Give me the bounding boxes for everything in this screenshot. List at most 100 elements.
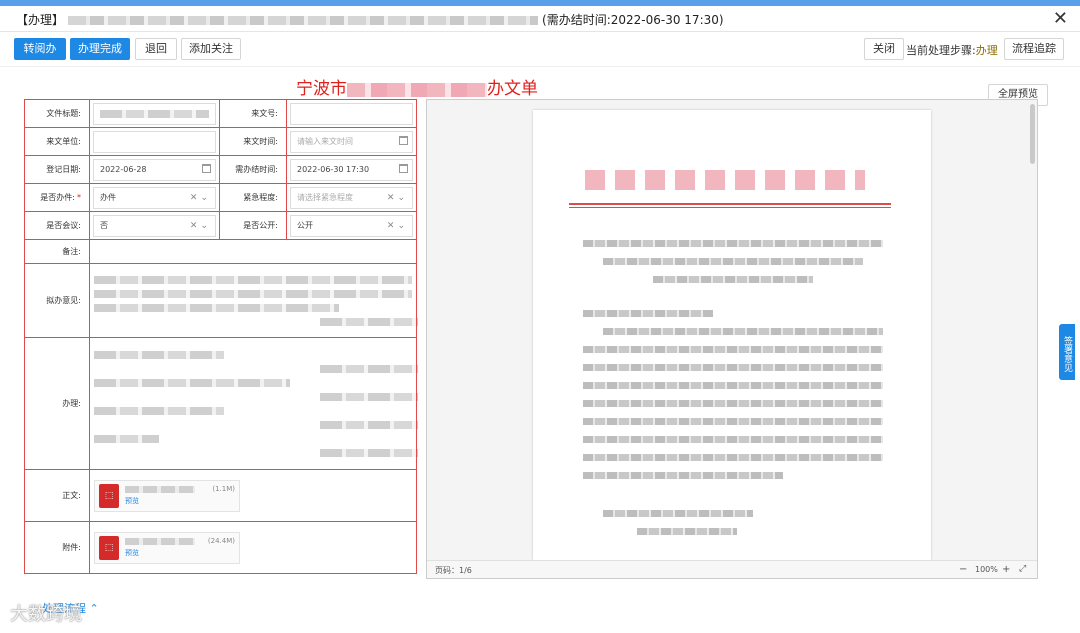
doc-no-label: 来文号:	[219, 99, 287, 128]
calendar-icon[interactable]	[399, 135, 408, 145]
is-public-value: 公开	[297, 220, 313, 230]
reg-date-value: 2022-06-28	[100, 164, 147, 174]
remark-field[interactable]	[89, 239, 417, 264]
is-doc-label-text: 是否办件:	[40, 193, 75, 202]
page-text-redacted	[653, 276, 813, 283]
title-prefix: 【办理】	[16, 13, 65, 27]
page-text-redacted	[583, 436, 883, 443]
main-file-preview-link[interactable]: 预览	[125, 497, 139, 505]
page-text-redacted	[583, 418, 883, 425]
viewer-status-bar: 页码：1/6 − 100% + ⤢	[427, 560, 1037, 578]
dialog-title: 【办理】 (需办结时间:2022-06-30 17:30)	[16, 11, 724, 28]
from-time-placeholder: 请输入来文时间	[297, 136, 353, 146]
opinion-redacted	[94, 303, 339, 312]
main-file-size: (1.1M)	[212, 484, 235, 493]
opinion-redacted	[320, 317, 418, 326]
return-button[interactable]: 退回	[135, 38, 177, 60]
is-meeting-label: 是否会议:	[24, 211, 90, 240]
page-text-redacted	[583, 472, 783, 479]
attach-file-name-redacted	[125, 537, 195, 545]
page-text-redacted	[603, 510, 753, 517]
page-red-rule	[569, 203, 891, 205]
clear-chevron-icon[interactable]: ✕⌄	[387, 188, 408, 208]
viewer-scrollbar[interactable]	[1030, 104, 1035, 164]
from-unit-label: 来文单位:	[24, 127, 90, 156]
main-file-name-redacted	[125, 485, 195, 493]
is-doc-label: 是否办件: *	[24, 183, 90, 212]
urgency-label: 紧急程度:	[219, 183, 287, 212]
is-doc-select[interactable]: 办件 ✕⌄	[93, 186, 216, 209]
is-meeting-value: 否	[100, 220, 108, 230]
from-time-label: 来文时间:	[219, 127, 287, 156]
urgency-select[interactable]: 请选择紧急程度 ✕⌄	[290, 186, 413, 209]
deadline-field[interactable]: 2022-06-30 17:30	[290, 158, 413, 181]
opinion-redacted	[94, 289, 412, 298]
handling-redacted	[320, 364, 418, 373]
handling-redacted	[94, 378, 290, 387]
attachment-cell: ⬚ 预览 (24.4M)	[89, 521, 417, 574]
title-redacted	[68, 16, 539, 25]
current-step: 当前处理步骤:办理	[906, 42, 998, 58]
handling-redacted	[320, 420, 418, 429]
is-doc-value: 办件	[100, 192, 116, 202]
form-title-left: 宁波市	[296, 79, 347, 99]
doc-title-label: 文件标题:	[24, 99, 90, 128]
attach-file-card[interactable]: ⬚ 预览 (24.4M)	[94, 531, 240, 564]
close-button[interactable]: 关闭	[864, 38, 904, 60]
zoom-in-icon[interactable]: +	[1002, 564, 1010, 575]
page-text-redacted	[583, 382, 883, 389]
doc-title-field[interactable]	[93, 102, 216, 125]
clear-chevron-icon[interactable]: ✕⌄	[190, 188, 211, 208]
page-indicator: 页码：1/6	[435, 566, 472, 575]
complete-button[interactable]: 办理完成	[70, 38, 130, 60]
document-viewer[interactable]: 页码：1/6 − 100% + ⤢	[426, 99, 1038, 579]
page-text-redacted	[583, 400, 883, 407]
main-file-info: 预览	[125, 485, 195, 506]
is-public-select[interactable]: 公开 ✕⌄	[290, 214, 413, 237]
is-meeting-select[interactable]: 否 ✕⌄	[93, 214, 216, 237]
handling-dialog: 【办理】 (需办结时间:2022-06-30 17:30) ✕ 转阅办 办理完成 …	[0, 6, 1080, 633]
attachment-label: 附件:	[24, 521, 90, 574]
calendar-icon[interactable]	[202, 163, 211, 173]
from-time-field[interactable]: 请输入来文时间	[290, 130, 413, 153]
opinion-content	[89, 263, 418, 338]
watermark: 大数跨境	[10, 604, 82, 625]
close-icon[interactable]: ✕	[1053, 8, 1068, 29]
from-unit-field[interactable]	[93, 130, 216, 153]
deadline-label: 需办结时间:	[219, 155, 287, 184]
pdf-icon: ⬚	[99, 483, 119, 508]
clear-chevron-icon[interactable]: ✕⌄	[387, 216, 408, 236]
reg-date-field[interactable]: 2022-06-28	[93, 158, 216, 181]
page-redhead-redacted	[585, 170, 865, 190]
handling-redacted	[320, 392, 418, 401]
calendar-icon[interactable]	[399, 163, 408, 173]
handling-redacted	[94, 434, 160, 443]
zoom-out-icon[interactable]: −	[959, 564, 967, 575]
attach-file-info: 预览	[125, 537, 195, 558]
transfer-button[interactable]: 转阅办	[14, 38, 66, 60]
attach-file-preview-link[interactable]: 预览	[125, 549, 139, 557]
trace-button[interactable]: 流程追踪	[1004, 38, 1064, 60]
is-public-label: 是否公开:	[219, 211, 287, 240]
main-file-card[interactable]: ⬚ 预览 (1.1M)	[94, 479, 240, 512]
add-follow-button[interactable]: 添加关注	[181, 38, 241, 60]
sign-opinion-tab[interactable]: 签署意见	[1059, 324, 1075, 380]
fit-page-icon[interactable]: ⤢	[1019, 564, 1026, 574]
current-step-label: 当前处理步骤:	[906, 44, 976, 57]
doc-no-field[interactable]	[290, 102, 413, 125]
form-title-right: 办文单	[487, 79, 538, 99]
page-text-redacted	[583, 240, 883, 247]
required-marker: *	[77, 193, 81, 202]
page-text-redacted	[603, 328, 883, 335]
current-step-value: 办理	[975, 44, 998, 57]
clear-chevron-icon[interactable]: ✕⌄	[190, 216, 211, 236]
handling-label: 办理:	[24, 337, 90, 470]
form-table: 文件标题: 来文号: 来文单位: 来文时间: 请输入来文时间 登记日期: 202…	[24, 99, 418, 574]
page-text-redacted	[583, 364, 883, 371]
opinion-redacted	[94, 275, 412, 284]
title-bar: 【办理】 (需办结时间:2022-06-30 17:30) ✕	[0, 6, 1080, 32]
form-title-redacted	[347, 82, 487, 97]
main-text-cell: ⬚ 预览 (1.1M)	[89, 469, 417, 522]
page-text-redacted	[583, 310, 713, 317]
handling-redacted	[94, 406, 225, 415]
